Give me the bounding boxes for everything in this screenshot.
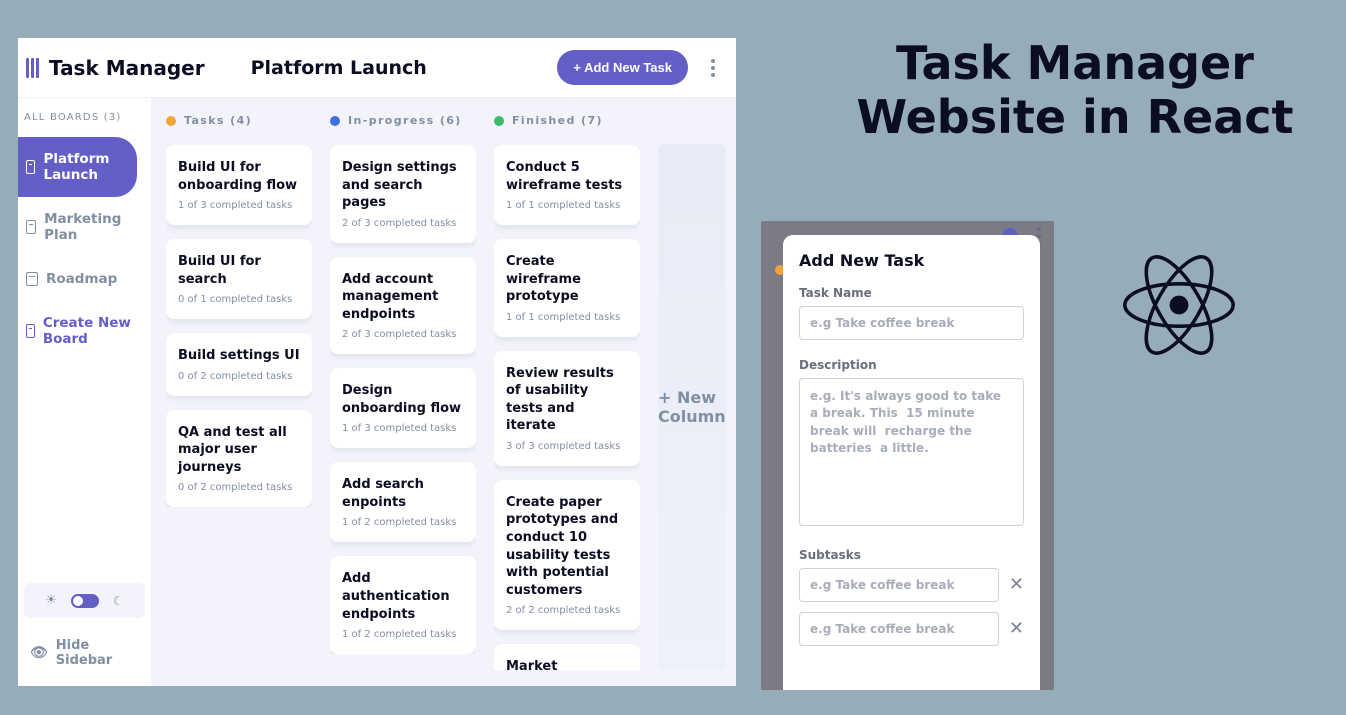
task-card[interactable]: Build UI for onboarding flow 1 of 3 compl…	[166, 145, 312, 225]
app-title: Task Manager	[49, 56, 205, 80]
task-card[interactable]: Conduct 5 wireframe tests 1 of 1 complete…	[494, 145, 640, 225]
task-card-subtitle: 0 of 2 completed tasks	[178, 482, 300, 493]
column-header: Finished (7)	[494, 114, 640, 127]
task-card[interactable]: Build UI for search 0 of 1 completed task…	[166, 239, 312, 319]
board-plus-icon	[26, 324, 35, 338]
board-icon	[26, 220, 36, 234]
theme-switch[interactable]	[71, 594, 99, 608]
task-card-subtitle: 1 of 3 completed tasks	[178, 200, 300, 211]
task-card-title: Design onboarding flow	[342, 382, 464, 417]
sidebar-board-roadmap[interactable]: Roadmap	[18, 257, 137, 301]
remove-subtask-icon[interactable]: ✕	[1009, 620, 1024, 638]
task-name-input[interactable]	[799, 306, 1024, 340]
theme-toggle[interactable]: ☀ ☾	[24, 583, 145, 618]
task-card[interactable]: Build settings UI 0 of 2 completed tasks	[166, 333, 312, 396]
column-header: Tasks (4)	[166, 114, 312, 127]
task-card-subtitle: 1 of 2 completed tasks	[342, 517, 464, 528]
task-card[interactable]: Add account management endpoints 2 of 3 c…	[330, 257, 476, 355]
remove-subtask-icon[interactable]: ✕	[1009, 576, 1024, 594]
task-card-title: QA and test all major user journeys	[178, 424, 300, 477]
task-card-title: Build UI for onboarding flow	[178, 159, 300, 194]
board-icon	[26, 272, 38, 286]
subtasks-label: Subtasks	[799, 548, 1024, 562]
sidebar-board-marketing-plan[interactable]: Marketing Plan	[18, 197, 137, 257]
all-boards-label: ALL BOARDS (3)	[18, 112, 151, 137]
add-new-column-button[interactable]: + New Column	[658, 144, 726, 670]
headline-line1: Task Manager	[810, 36, 1340, 90]
task-card[interactable]: Create paper prototypes and conduct 10 u…	[494, 480, 640, 630]
task-card-subtitle: 2 of 2 completed tasks	[506, 605, 628, 616]
task-card-title: Design settings and search pages	[342, 159, 464, 212]
headline-line2: Website in React	[810, 90, 1340, 144]
column-label: Finished (7)	[512, 114, 603, 127]
column-color-dot-icon	[494, 116, 504, 126]
page-headline: Task Manager Website in React	[810, 36, 1340, 145]
task-card[interactable]: Market discovery1 of 1 completed tasks	[494, 644, 640, 670]
task-card-title: Review results of usability tests and it…	[506, 365, 628, 435]
column-color-dot-icon	[166, 116, 176, 126]
app-header: Task Manager Platform Launch + Add New T…	[18, 38, 736, 98]
eye-slash-icon: 👁	[30, 645, 48, 661]
task-card-subtitle: 1 of 3 completed tasks	[342, 423, 464, 434]
sidebar-item-label: Roadmap	[46, 271, 117, 287]
column-in-progress: In-progress (6) Design settings and searc…	[330, 114, 476, 670]
mobile-preview: Add New Task Task Name Description Subta…	[761, 221, 1054, 690]
current-board-title: Platform Launch	[251, 57, 427, 79]
task-card-subtitle: 0 of 2 completed tasks	[178, 371, 300, 382]
task-card[interactable]: QA and test all major user journeys 0 of …	[166, 410, 312, 508]
subtask-input-2[interactable]	[799, 612, 999, 646]
description-label: Description	[799, 358, 1024, 372]
task-card-title: Add search enpoints	[342, 476, 464, 511]
react-logo-icon	[1118, 252, 1240, 358]
subtask-input-1[interactable]	[799, 568, 999, 602]
dialog-title: Add New Task	[799, 251, 1024, 270]
task-card[interactable]: Create wireframe prototype 1 of 1 complet…	[494, 239, 640, 337]
add-task-dialog: Add New Task Task Name Description Subta…	[783, 235, 1040, 690]
sidebar-item-label: Marketing Plan	[44, 211, 137, 243]
task-card-title: Conduct 5 wireframe tests	[506, 159, 628, 194]
task-card-subtitle: 1 of 2 completed tasks	[342, 629, 464, 640]
task-card[interactable]: Add authentication endpoints 1 of 2 compl…	[330, 556, 476, 654]
hide-sidebar-label: Hide Sidebar	[56, 638, 145, 668]
task-card-title: Create wireframe prototype	[506, 253, 628, 306]
column-label: Tasks (4)	[184, 114, 252, 127]
moon-icon: ☾	[113, 594, 124, 608]
sidebar-create-new-board[interactable]: Create New Board	[18, 301, 137, 361]
description-textarea[interactable]	[799, 378, 1024, 526]
task-card-title: Create paper prototypes and conduct 10 u…	[506, 494, 628, 599]
task-card-subtitle: 0 of 1 completed tasks	[178, 294, 300, 305]
task-card-title: Build UI for search	[178, 253, 300, 288]
task-card-title: Add authentication endpoints	[342, 570, 464, 623]
hide-sidebar-button[interactable]: 👁 Hide Sidebar	[24, 638, 145, 668]
task-card-subtitle: 1 of 1 completed tasks	[506, 312, 628, 323]
task-card-title: Build settings UI	[178, 347, 300, 365]
task-card-subtitle: 1 of 1 completed tasks	[506, 200, 628, 211]
task-card[interactable]: Design onboarding flow 1 of 3 completed t…	[330, 368, 476, 448]
board-icon	[26, 160, 35, 174]
task-card-subtitle: 2 of 3 completed tasks	[342, 218, 464, 229]
column-header: In-progress (6)	[330, 114, 476, 127]
column-finished: Finished (7) Conduct 5 wireframe tests 1 o…	[494, 114, 640, 670]
task-card-subtitle: 2 of 3 completed tasks	[342, 329, 464, 340]
add-new-task-button[interactable]: + Add New Task	[557, 50, 688, 85]
sidebar-item-label: Platform Launch	[43, 151, 137, 183]
task-card[interactable]: Add search enpoints 1 of 2 completed task…	[330, 462, 476, 542]
column-label: In-progress (6)	[348, 114, 462, 127]
logo-icon	[26, 58, 39, 78]
task-manager-app: Task Manager Platform Launch + Add New T…	[18, 38, 736, 686]
sun-icon: ☀	[45, 593, 57, 608]
task-card[interactable]: Review results of usability tests and it…	[494, 351, 640, 466]
task-card-subtitle: 3 of 3 completed tasks	[506, 441, 628, 452]
task-card[interactable]: Design settings and search pages 2 of 3 c…	[330, 145, 476, 243]
column-color-dot-icon	[330, 116, 340, 126]
board-menu-kebab-icon[interactable]	[706, 55, 720, 81]
sidebar-board-platform-launch[interactable]: Platform Launch	[18, 137, 137, 197]
task-card-title: Market discovery	[506, 658, 628, 670]
sidebar-item-label: Create New Board	[43, 315, 137, 347]
column-tasks: Tasks (4) Build UI for onboarding flow 1 o…	[166, 114, 312, 670]
board: Tasks (4) Build UI for onboarding flow 1 o…	[152, 98, 736, 686]
task-card-title: Add account management endpoints	[342, 271, 464, 324]
sidebar: ALL BOARDS (3) Platform Launch Marketing…	[18, 98, 152, 686]
task-name-label: Task Name	[799, 286, 1024, 300]
